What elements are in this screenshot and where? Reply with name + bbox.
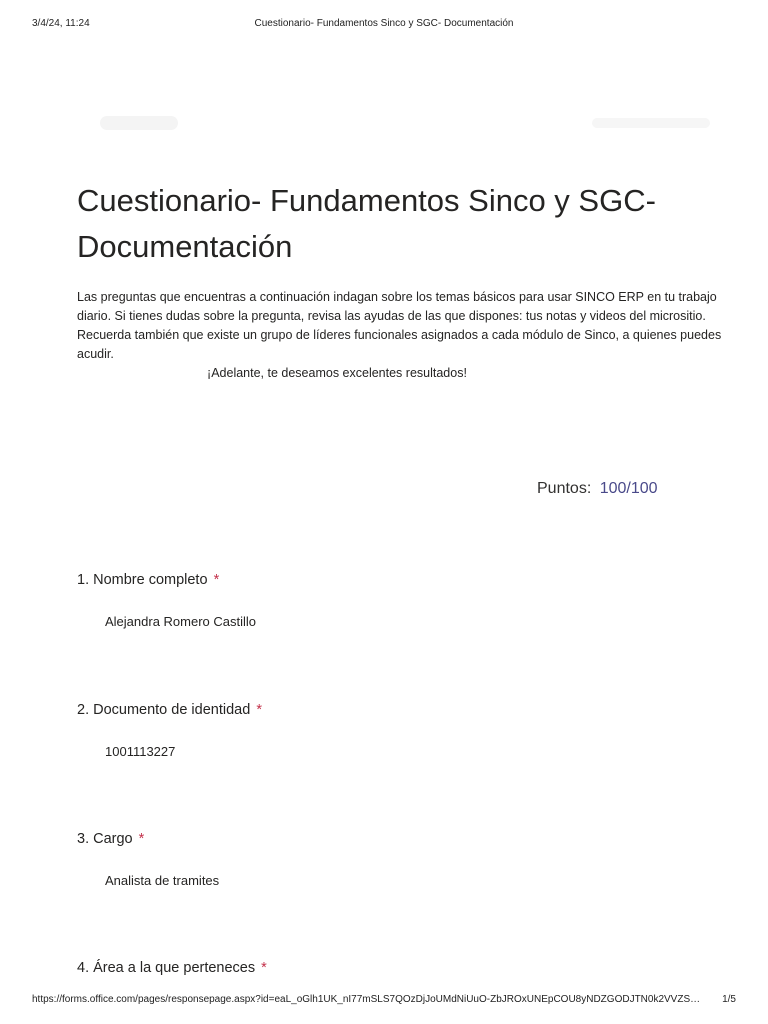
question-title: 1. Nombre completo * — [77, 572, 697, 588]
score-label: Puntos: — [537, 480, 592, 497]
required-asterisk: * — [138, 831, 145, 847]
question-answer: Alejandra Romero Castillo — [105, 614, 257, 629]
required-asterisk: * — [261, 960, 267, 976]
print-footer: https://forms.office.com/pages/responsep… — [0, 994, 768, 1008]
question-answer: 1001113227 — [105, 744, 176, 759]
question-label: Documento de identidad — [93, 702, 251, 718]
question-answer: Analista de tramites — [105, 873, 220, 888]
banner-logo-left — [100, 116, 178, 130]
question-4: 4. Área a la que perteneces * — [77, 960, 697, 976]
form-description: Las preguntas que encuentras a continuac… — [77, 288, 727, 383]
question-title: 4. Área a la que perteneces * — [77, 960, 697, 976]
question-title: 2. Documento de identidad * — [77, 702, 697, 718]
score-value: 100/100 — [599, 480, 658, 497]
question-number: 3. — [77, 831, 90, 847]
form-banner — [0, 112, 768, 136]
question-label: Nombre completo — [93, 572, 208, 588]
banner-logo-right — [592, 118, 710, 128]
required-asterisk: * — [256, 702, 262, 718]
question-number: 4. — [77, 960, 90, 976]
question-label: Cargo — [93, 831, 133, 847]
print-doc-title: Cuestionario- Fundamentos Sinco y SGC- D… — [254, 18, 514, 29]
print-url[interactable]: https://forms.office.com/pages/responsep… — [32, 994, 712, 1005]
question-2: 2. Documento de identidad * 1001113227 — [77, 702, 697, 759]
form-cheer-text: ¡Adelante, te deseamos excelentes result… — [207, 366, 467, 380]
form-description-text: Las preguntas que encuentras a continuac… — [77, 290, 722, 361]
question-3: 3. Cargo * Analista de tramites — [77, 831, 697, 888]
question-label: Área a la que perteneces — [93, 960, 256, 976]
question-number: 1. — [77, 572, 90, 588]
score-summary: Puntos: 100/100 — [537, 480, 658, 498]
question-1: 1. Nombre completo * Alejandra Romero Cas… — [77, 572, 697, 629]
form-title: Cuestionario- Fundamentos Sinco y SGC- D… — [77, 183, 656, 264]
required-asterisk: * — [213, 572, 220, 588]
print-header: 3/4/24, 11:24 Cuestionario- Fundamentos … — [0, 18, 768, 32]
question-title: 3. Cargo * — [77, 831, 697, 847]
question-number: 2. — [77, 702, 90, 718]
print-page-number: 1/5 — [722, 994, 736, 1005]
